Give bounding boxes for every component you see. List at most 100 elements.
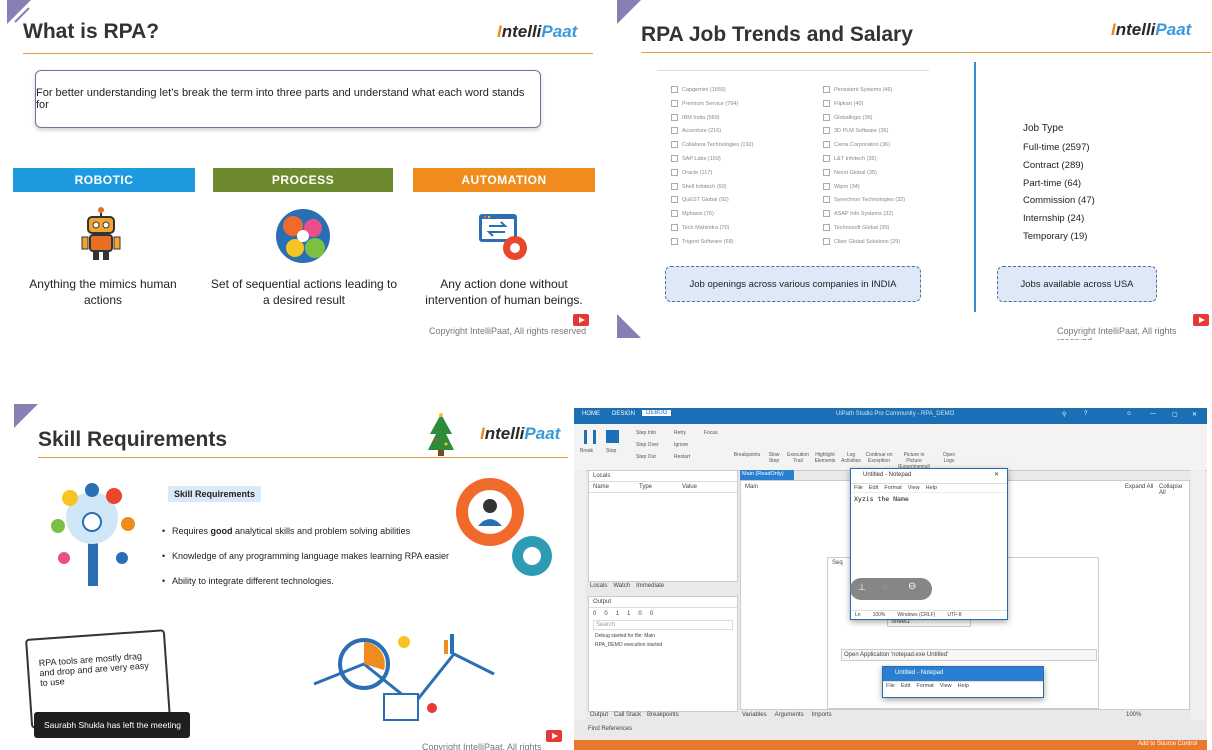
open-logs-button[interactable]: Open Logs <box>938 452 960 464</box>
skill-bullet: Ability to integrate different technolog… <box>162 576 334 586</box>
breakpoints-button[interactable]: Breakpoints <box>732 452 762 458</box>
company-checkbox-item[interactable]: Premium Service (794) <box>671 99 738 107</box>
company-checkbox-item[interactable]: Shell Infotech (93) <box>671 182 727 190</box>
tab-debug[interactable]: DEBUG <box>642 410 672 416</box>
step-into-button[interactable]: Step Into <box>636 430 656 436</box>
highlight-elements-button[interactable]: Highlight Elements <box>812 452 838 464</box>
tab-breakpoints[interactable]: Breakpoints <box>647 712 679 718</box>
company-checkbox-item[interactable]: Tech Mahindra (70) <box>671 224 729 231</box>
search-icon[interactable]: ⚲ <box>1062 411 1066 418</box>
company-checkbox-item[interactable]: Oracle (117) <box>671 168 712 176</box>
automation-description: Any action done without intervention of … <box>425 277 583 307</box>
uipath-studio-window: HOME DESIGN DEBUG UiPath Studio Pro Comm… <box>574 408 1207 750</box>
tab-design[interactable]: DESIGN <box>612 411 635 417</box>
intellipaat-logo: IntelliPaat <box>480 424 561 443</box>
continue-on-exception-button[interactable]: Continue on Exception <box>864 452 894 464</box>
notepad-window-small[interactable]: Untitled - Notepad File Edit Format View Hel… <box>882 666 1044 698</box>
slide-title: Skill Requirements <box>38 428 228 451</box>
stop-button[interactable]: Stop <box>606 448 616 454</box>
slow-step-button[interactable]: Slow Step <box>764 452 784 464</box>
notepad-close-icon[interactable]: ✕ <box>994 471 999 478</box>
maximize-icon[interactable]: ▢ <box>1172 411 1178 418</box>
tab-arguments[interactable]: Arguments <box>775 712 804 718</box>
stop-icon[interactable] <box>606 430 619 443</box>
india-jobs-box: Job openings across various companies in… <box>665 266 921 302</box>
company-checkbox-item[interactable]: Collabera Technologies (192) <box>671 141 753 149</box>
tab-variables[interactable]: Variables <box>742 712 767 718</box>
company-checkbox-item[interactable]: IBM India (569) <box>671 113 720 121</box>
ribbon-tab-bar: HOME DESIGN DEBUG UiPath Studio Pro Comm… <box>574 408 1207 424</box>
col-type: Type <box>639 484 653 490</box>
tab-immediate[interactable]: Immediate <box>636 583 664 589</box>
intellipaat-logo: IntelliPaat <box>497 22 578 41</box>
intro-text-box: For better understanding let’s break the… <box>35 70 541 128</box>
company-checkbox-item[interactable]: Globallogic (36) <box>823 113 873 121</box>
canvas-bottom-tabs: Variables Arguments Imports <box>742 712 832 718</box>
expand-all-link[interactable]: Expand All <box>1125 484 1153 490</box>
mute-icon[interactable]: ◌ <box>882 582 887 592</box>
add-to-source-control[interactable]: Add to Source Control <box>1138 741 1197 747</box>
company-checkbox-item[interactable]: 3D PLM Software (36) <box>823 127 888 135</box>
step-over-button[interactable]: Step Over <box>636 442 659 448</box>
usa-jobs-box: Jobs available across USA <box>997 266 1157 302</box>
pin-icon[interactable]: ⊥ <box>858 582 866 593</box>
company-checkbox-item[interactable]: Accenture (216) <box>671 127 721 135</box>
break-icon[interactable] <box>584 430 596 444</box>
gears-process-icon <box>276 209 330 263</box>
ignore-button[interactable]: Ignore <box>674 442 688 448</box>
output-search-input[interactable]: Search <box>593 620 733 630</box>
tab-output[interactable]: Output <box>590 712 608 718</box>
status-bar: Add to Source Control <box>574 740 1207 750</box>
tab-watch[interactable]: Watch <box>613 583 630 589</box>
company-checkbox-item[interactable]: Wipro (34) <box>823 182 860 190</box>
execution-trail-button[interactable]: Execution Trail <box>786 452 810 464</box>
company-checkbox-item[interactable]: Nexxt Global (35) <box>823 168 877 176</box>
log-activities-button[interactable]: Log Activities <box>840 452 862 464</box>
youtube-icon <box>1193 314 1209 326</box>
minimize-icon[interactable]: — <box>1150 411 1156 417</box>
collapse-all-link[interactable]: Collapse All <box>1159 484 1189 496</box>
company-checkbox-item[interactable]: QuEST Global (92) <box>671 196 729 204</box>
output-line: RPA_DEMO execution started <box>595 642 663 648</box>
company-checkbox-item[interactable]: ASAP Info Systems (32) <box>823 210 893 218</box>
company-checkbox-item[interactable]: L&T Infotech (35) <box>823 155 876 162</box>
step-out-button[interactable]: Step Out <box>636 454 656 460</box>
help-icon[interactable]: ? <box>1084 411 1087 417</box>
company-checkbox-item[interactable]: Technosoft Global (30) <box>823 224 889 231</box>
tab-call-stack[interactable]: Call Stack <box>614 712 641 718</box>
company-checkbox-item[interactable]: Ciber Global Solutions (29) <box>823 237 900 245</box>
company-checkbox-item[interactable]: Trigent Software (68) <box>671 237 733 245</box>
break-button[interactable]: Break <box>580 448 593 454</box>
notepad-text-area[interactable]: Xyzis the Name <box>851 493 1007 505</box>
output-filters[interactable]: 001100 <box>589 608 737 620</box>
close-icon[interactable]: ✕ <box>1192 411 1197 418</box>
skills-tree-illustration <box>51 483 135 586</box>
minus-circle-icon[interactable]: ⊖ <box>908 581 916 592</box>
main-doc-tab[interactable]: Main (ReadOnly) <box>740 470 794 480</box>
company-checkbox-item[interactable]: Mphasis (76) <box>671 210 714 218</box>
company-checkbox-item[interactable]: Capgemini (1655) <box>671 86 726 93</box>
tab-home[interactable]: HOME <box>582 411 600 417</box>
find-references-tab[interactable]: Find References <box>588 726 632 732</box>
title-rule <box>23 53 593 54</box>
right-side-tabs <box>1191 470 1205 720</box>
meeting-toast: Saurabh Shukla has left the meeting <box>34 712 190 738</box>
company-checkbox-item[interactable]: Persistent Systems (46) <box>823 86 892 93</box>
retry-button[interactable]: Retry <box>674 430 686 436</box>
tab-locals[interactable]: Locals <box>590 583 607 589</box>
automation-label: AUTOMATION <box>413 168 595 192</box>
company-checkbox-item[interactable]: Flipkart (40) <box>823 99 863 107</box>
open-application-activity[interactable]: Open Application 'notepad.exe Untitled' <box>841 649 1097 661</box>
user-icon[interactable]: ☺ <box>1126 411 1132 417</box>
canvas-main-label: Main <box>745 484 759 490</box>
zoom-level[interactable]: 100% <box>1126 712 1141 718</box>
tab-imports[interactable]: Imports <box>812 712 832 718</box>
intellipaat-logo: IntelliPaat <box>1111 20 1192 39</box>
company-checkbox-item[interactable]: Synechron Technologies (32) <box>823 196 905 204</box>
focus-button[interactable]: Focus <box>704 430 718 436</box>
company-checkbox-item[interactable]: SAP Labs (159) <box>671 155 721 162</box>
pip-toolbar[interactable]: ⊥ ◌ ⊖ <box>850 578 932 600</box>
slide-corner-decoration <box>617 0 641 24</box>
company-checkbox-item[interactable]: Ciena Corporation (36) <box>823 141 890 149</box>
restart-button[interactable]: Restart <box>674 454 690 460</box>
